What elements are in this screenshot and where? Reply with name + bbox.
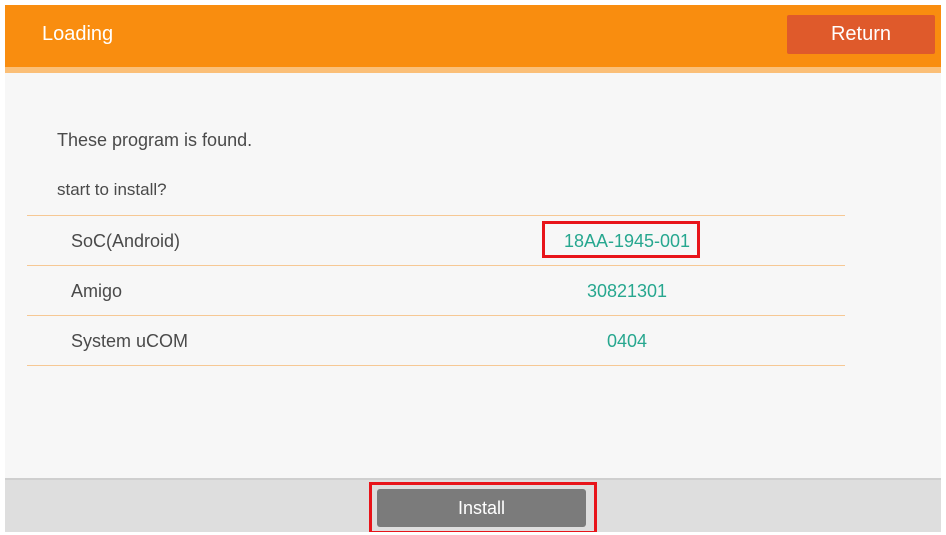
install-prompt: start to install?: [57, 180, 167, 199]
program-version: 30821301: [586, 281, 668, 301]
program-version: 0404: [606, 331, 648, 351]
header-bar: Loading Return: [5, 5, 941, 67]
install-button[interactable]: Install: [377, 489, 586, 527]
program-list: SoC(Android) 18AA-1945-001 Amigo 3082130…: [27, 215, 845, 366]
program-name: System uCOM: [71, 331, 189, 351]
list-item: SoC(Android) 18AA-1945-001: [27, 215, 845, 265]
page-title: Loading: [42, 23, 114, 45]
version-highlight-box: [542, 221, 700, 258]
found-message: These program is found.: [57, 130, 253, 150]
content-area: These program is found. start to install…: [5, 73, 941, 478]
program-name: SoC(Android): [71, 231, 181, 251]
list-item: System uCOM 0404: [27, 315, 845, 366]
program-name: Amigo: [71, 281, 123, 301]
return-button[interactable]: Return: [787, 15, 935, 54]
app-window: Loading Return These program is found. s…: [5, 5, 941, 532]
list-item: Amigo 30821301: [27, 265, 845, 315]
